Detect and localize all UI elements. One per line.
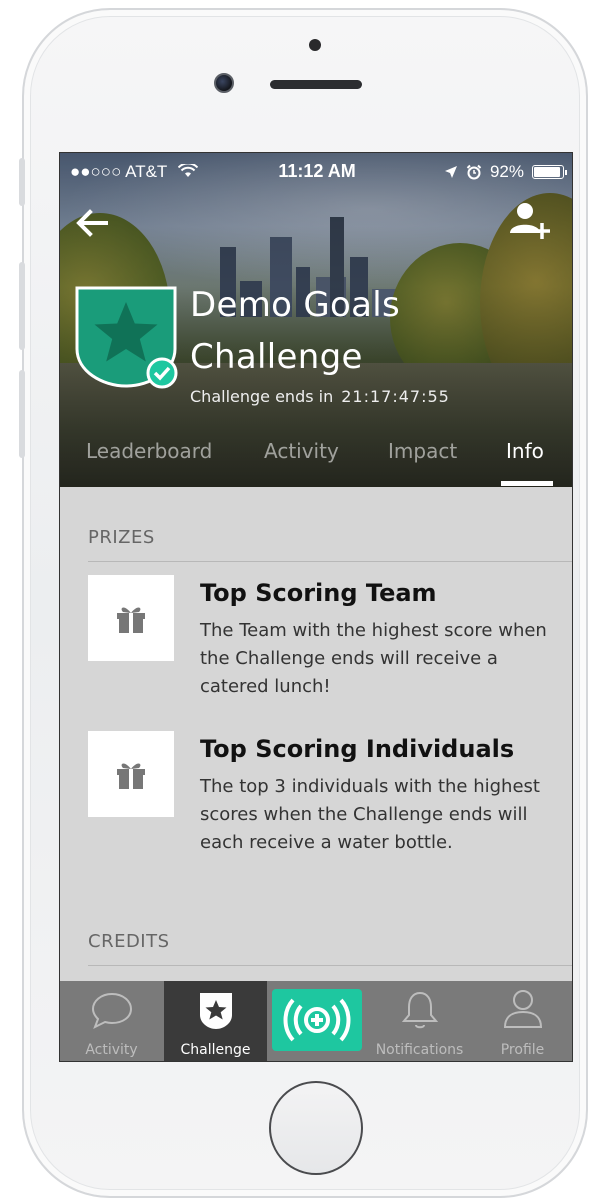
challenge-tabs: Leaderboard Activity Impact Info [60,433,572,487]
earpiece-speaker [270,80,362,89]
prize-icon-box [88,575,174,661]
credits-heading: CREDITS [88,931,170,952]
volume-up-button [19,262,25,350]
battery-percent: 92% [489,162,524,181]
challenge-title: Demo Goals Challenge [190,285,400,377]
star-shield-icon [200,993,232,1029]
app-screen: ●●○○○ AT&T 11:12 AM 92% Demo Goals Chall… [59,152,573,1062]
tab-leaderboard[interactable]: Leaderboard [86,439,212,463]
status-bar: ●●○○○ AT&T 11:12 AM 92% [60,153,572,193]
home-button[interactable] [269,1081,363,1175]
tab-impact[interactable]: Impact [388,439,457,463]
info-content[interactable]: PRIZES Top Scoring Team The Team with th… [60,487,572,981]
prize-title: Top Scoring Team [200,579,437,607]
prize-title: Top Scoring Individuals [200,735,515,763]
prize-description: The Team with the highest score when the… [200,620,547,697]
prize-icon-box [88,731,174,817]
log-activity-plus-icon [283,998,351,1042]
prize-description: The top 3 individuals with the highest s… [200,776,540,853]
battery-icon [532,165,567,179]
tabbar-activity[interactable]: Activity [60,981,163,1061]
back-arrow-icon[interactable] [72,205,112,241]
bell-icon [401,991,439,1029]
log-activity-button[interactable] [272,989,362,1051]
divider [88,561,572,562]
front-camera [214,73,234,93]
active-tab-indicator [501,481,553,486]
mute-switch [19,158,25,206]
location-icon [444,166,457,178]
gift-icon [117,763,145,789]
alarm-icon [466,164,482,180]
challenge-countdown: Challenge ends in 21:17:47:55 [190,387,450,406]
bottom-tab-bar: Activity Challenge Notifications Profile [60,981,572,1061]
person-icon [503,990,543,1028]
prizes-heading: PRIZES [88,527,155,548]
gift-icon [117,607,145,633]
divider [88,965,572,966]
volume-down-button [19,370,25,458]
proximity-sensor [309,39,321,51]
tab-info[interactable]: Info [506,439,544,463]
tab-activity[interactable]: Activity [264,439,339,463]
tabbar-notifications[interactable]: Notifications [368,981,471,1061]
challenge-header: ●●○○○ AT&T 11:12 AM 92% Demo Goals Chall… [60,153,572,487]
add-member-icon[interactable] [508,201,552,241]
challenge-badge-icon [75,286,178,389]
tabbar-profile[interactable]: Profile [471,981,572,1061]
tabbar-challenge[interactable]: Challenge [164,981,267,1061]
speech-bubble-icon [91,992,133,1030]
